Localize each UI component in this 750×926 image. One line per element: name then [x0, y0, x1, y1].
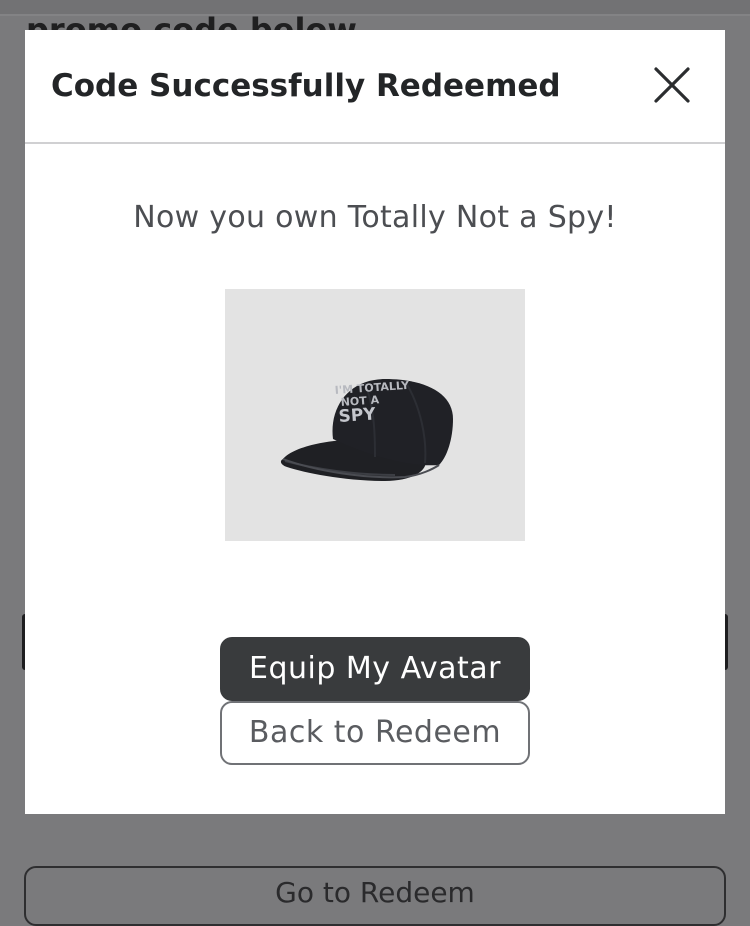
close-icon [654, 67, 690, 103]
item-thumbnail: I'M TOTALLY NOT A SPY [225, 289, 525, 541]
background-go-to-redeem-button: Go to Redeem [24, 866, 726, 926]
close-button[interactable] [651, 64, 693, 106]
background-go-to-redeem-label: Go to Redeem [275, 876, 475, 909]
success-message: Now you own Totally Not a Spy! [133, 200, 617, 235]
back-to-redeem-button[interactable]: Back to Redeem [220, 701, 530, 765]
redeem-success-modal: Code Successfully Redeemed Now you own T… [25, 30, 725, 814]
hat-text-line-3: SPY [338, 404, 377, 427]
modal-title: Code Successfully Redeemed [51, 68, 561, 104]
hat-image: I'M TOTALLY NOT A SPY [280, 379, 453, 481]
modal-header: Code Successfully Redeemed [25, 30, 725, 144]
equip-avatar-button[interactable]: Equip My Avatar [220, 637, 530, 701]
